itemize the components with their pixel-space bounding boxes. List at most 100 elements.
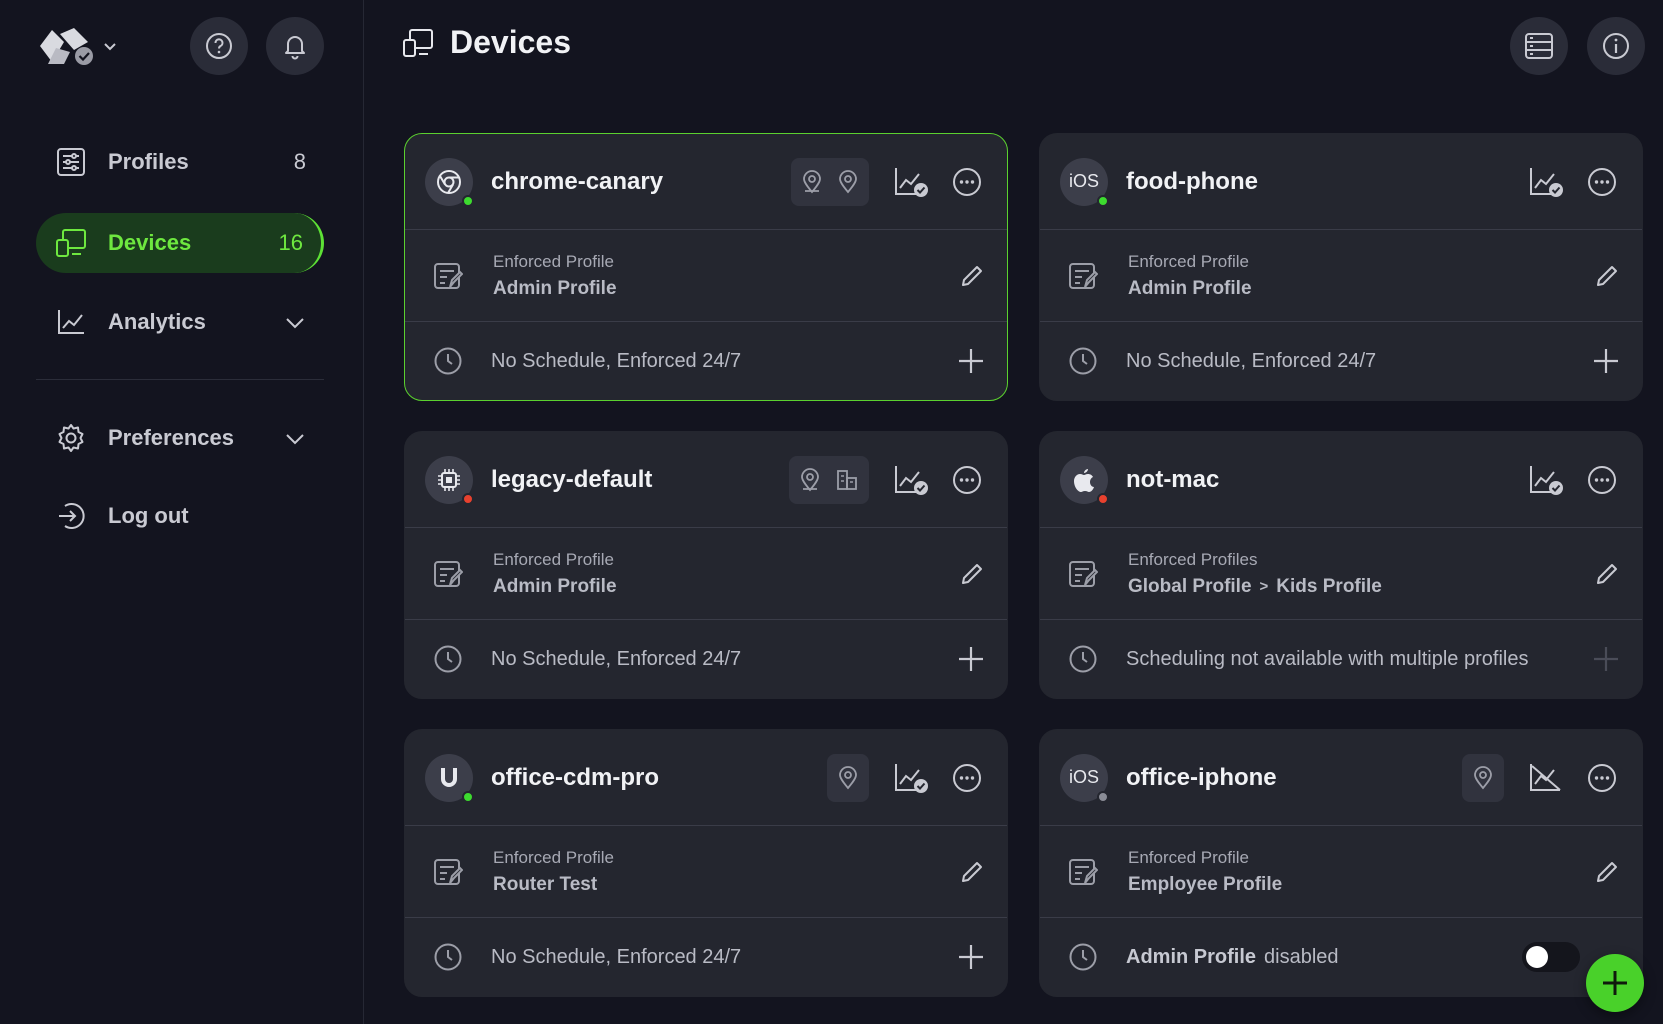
clock-icon	[1068, 942, 1102, 972]
location-pin-icon[interactable]	[837, 765, 859, 790]
edit-profile-button[interactable]	[959, 263, 985, 289]
location-pin-icon[interactable]	[1472, 765, 1494, 790]
add-schedule-button[interactable]	[957, 347, 985, 375]
profile-name: Global Profile	[1128, 575, 1252, 597]
apple-icon	[1060, 455, 1109, 505]
analytics-icon	[54, 308, 88, 336]
pencil-icon	[962, 265, 982, 286]
edit-profile-button[interactable]	[1594, 859, 1620, 885]
sidebar-item-profiles[interactable]: Profiles 8	[36, 132, 324, 192]
add-schedule-button[interactable]	[957, 645, 985, 673]
edit-profile-button[interactable]	[1594, 561, 1620, 587]
profile-icon	[433, 261, 467, 291]
status-online-dot	[462, 194, 474, 207]
status-offline-dot	[462, 492, 474, 505]
analytics-disabled-icon[interactable]	[1526, 762, 1566, 794]
edit-profile-button[interactable]	[959, 561, 985, 587]
more-options-icon[interactable]	[1584, 763, 1620, 793]
logo-menu[interactable]	[34, 24, 118, 68]
device-name: office-cdm-pro	[491, 763, 659, 791]
more-options-icon[interactable]	[1584, 465, 1620, 495]
analytics-enabled-icon[interactable]	[891, 464, 931, 496]
device-card-not-mac[interactable]: not-mac Enforced Profiles Global Profile…	[1039, 431, 1643, 699]
sidebar-item-devices[interactable]: Devices 16	[36, 213, 324, 273]
profile-name: Admin Profile	[1128, 277, 1252, 299]
logo-icon	[40, 28, 93, 65]
more-options-icon[interactable]	[1584, 167, 1620, 197]
list-view-button[interactable]	[1510, 17, 1568, 75]
pencil-icon	[1597, 861, 1617, 882]
more-options-icon[interactable]	[949, 763, 985, 793]
sidebar-item-label: Preferences	[108, 425, 234, 450]
devices-icon	[403, 28, 433, 57]
plus-icon	[959, 945, 983, 969]
device-card-office-cdm-pro[interactable]: office-cdm-pro Enforced Profile Router T…	[404, 729, 1008, 997]
add-schedule-button[interactable]	[1592, 347, 1620, 375]
add-schedule-button[interactable]	[957, 943, 985, 971]
override-profile-name: Admin Profile	[1126, 945, 1257, 968]
location-pin-icon[interactable]	[799, 467, 821, 492]
device-name: office-iphone	[1126, 763, 1277, 791]
sidebar-item-label: Analytics	[108, 309, 206, 334]
profile-name: Kids Profile	[1276, 575, 1382, 597]
help-button[interactable]	[190, 17, 248, 75]
bell-icon	[285, 36, 305, 60]
location-actions	[827, 753, 869, 802]
info-icon	[1603, 33, 1629, 59]
location-actions	[789, 455, 869, 504]
analytics-enabled-icon[interactable]	[891, 166, 931, 198]
building-icon[interactable]	[835, 468, 859, 492]
sidebar-item-label: Log out	[108, 503, 189, 528]
schedule-text: No Schedule, Enforced 24/7	[491, 945, 742, 968]
add-device-button[interactable]	[1586, 954, 1644, 1012]
status-offline-dot	[1097, 492, 1109, 505]
status-online-dot	[1097, 194, 1109, 207]
chrome-icon	[425, 157, 474, 207]
notifications-button[interactable]	[266, 17, 324, 75]
schedule-text: Scheduling not available with multiple p…	[1126, 647, 1529, 670]
profile-icon	[1068, 559, 1102, 589]
info-button[interactable]	[1587, 17, 1645, 75]
override-toggle[interactable]	[1522, 942, 1580, 972]
plus-icon	[959, 647, 983, 671]
location-pin-icon[interactable]	[837, 169, 859, 194]
analytics-enabled-icon[interactable]	[1526, 166, 1566, 198]
profile-chain: Global Profile > Kids Profile	[1128, 576, 1594, 598]
edit-profile-button[interactable]	[959, 859, 985, 885]
profile-separator: >	[1259, 578, 1269, 595]
profile-icon	[1068, 857, 1102, 887]
device-name: food-phone	[1126, 167, 1258, 195]
analytics-enabled-icon[interactable]	[1526, 464, 1566, 496]
device-card-food-phone[interactable]: iOS food-phone Enforced Profile Admin Pr…	[1039, 133, 1643, 401]
device-name: chrome-canary	[491, 167, 664, 195]
profile-name: Employee Profile	[1128, 873, 1283, 895]
more-options-icon[interactable]	[949, 167, 985, 197]
edit-profile-button[interactable]	[1594, 263, 1620, 289]
analytics-enabled-icon[interactable]	[891, 762, 931, 794]
profiles-icon	[54, 147, 88, 177]
list-view-icon	[1525, 33, 1553, 59]
sidebar-item-preferences[interactable]: Preferences	[36, 408, 324, 468]
schedule-text: No Schedule, Enforced 24/7	[1126, 349, 1377, 372]
clock-icon	[1068, 346, 1102, 376]
device-name: not-mac	[1126, 465, 1220, 493]
device-card-office-iphone[interactable]: iOS office-iphone Enforced Profile Emplo…	[1039, 729, 1643, 997]
profile-label: Enforced Profile	[493, 847, 614, 867]
status-unknown-dot	[1097, 790, 1109, 803]
schedule-text: No Schedule, Enforced 24/7	[491, 647, 742, 670]
device-card-legacy-default[interactable]: legacy-default Enforced Profile Admin Pr…	[404, 431, 1008, 699]
sidebar-item-logout[interactable]: Log out	[36, 486, 324, 546]
profile-label: Enforced Profile	[493, 251, 614, 271]
add-schedule-button-disabled	[1592, 645, 1620, 673]
profile-label: Enforced Profile	[493, 549, 614, 569]
sidebar-item-count: 16	[278, 230, 303, 255]
profile-name: Admin Profile	[493, 575, 617, 597]
ios-icon: iOS	[1060, 157, 1109, 207]
clock-icon	[1068, 644, 1102, 674]
sidebar-item-analytics[interactable]: Analytics	[36, 292, 324, 352]
chip-icon	[425, 455, 474, 505]
location-pin-icon[interactable]	[801, 169, 823, 194]
more-options-icon[interactable]	[949, 465, 985, 495]
device-card-chrome-canary[interactable]: chrome-canary Enforced Profile Admin Pro…	[404, 133, 1008, 401]
sidebar-item-count: 8	[293, 149, 306, 174]
